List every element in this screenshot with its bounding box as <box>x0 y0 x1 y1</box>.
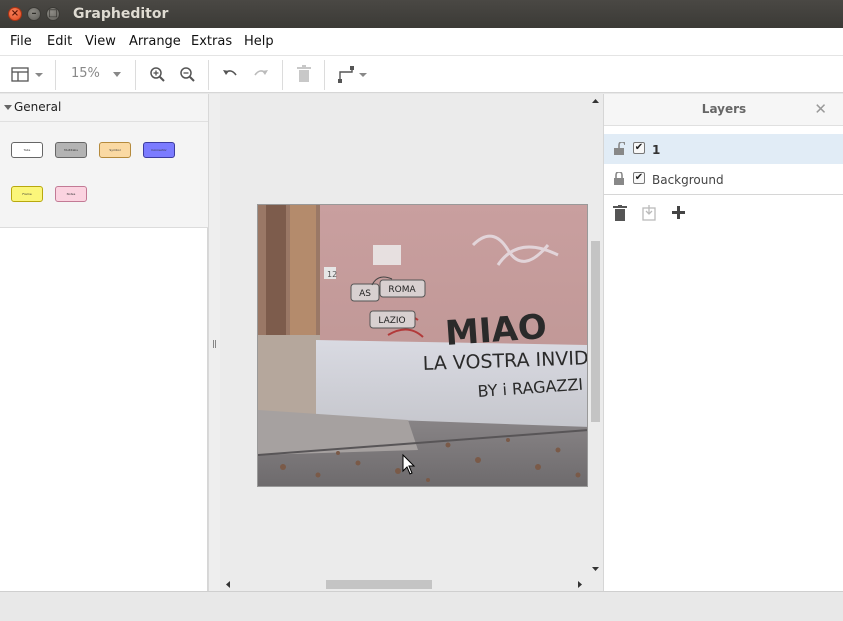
layers-panel: Layers ✕ ✔ 1 ✔ Background <box>603 94 843 591</box>
format-panel-button[interactable] <box>11 64 45 86</box>
layers-header: Layers ✕ <box>604 94 843 126</box>
label-roma: ROMA <box>388 285 416 295</box>
layers-title: Layers <box>701 102 747 116</box>
zoom-out-icon <box>180 67 195 82</box>
shapes-sidebar: General Tabs Multitabs Symbol Connector … <box>0 94 208 591</box>
toolbar-separator <box>282 60 283 90</box>
maximize-icon: □ <box>48 8 58 19</box>
layer-row-background[interactable]: ✔ Background <box>604 164 843 194</box>
waypoints-button[interactable] <box>338 64 370 86</box>
shape-connector[interactable]: Connector <box>143 142 175 158</box>
waypoints-icon <box>338 66 367 83</box>
window-title: Grapheditor <box>73 6 169 22</box>
chevron-down-icon <box>113 72 121 77</box>
status-bar <box>0 591 843 621</box>
wall-plate-number: 12 <box>327 270 337 279</box>
shape-notes[interactable]: Notes <box>55 186 87 202</box>
background-image: 12 MIAO LA VOSTRA INVIDIA E' BY i RAGAZZ… <box>257 204 588 487</box>
scroll-left-icon[interactable] <box>223 578 233 591</box>
delete-icon <box>297 65 311 82</box>
layer-visibility-checkbox[interactable]: ✔ <box>633 142 645 154</box>
drag-handle-icon <box>213 340 216 348</box>
zoom-out-button[interactable] <box>179 64 197 86</box>
add-layer-icon[interactable] <box>671 205 687 221</box>
section-header-general[interactable]: General <box>0 94 208 122</box>
menu-edit[interactable]: Edit <box>47 34 72 49</box>
chevron-down-icon <box>4 105 12 110</box>
minimize-icon: – <box>31 8 37 19</box>
menu-arrange[interactable]: Arrange <box>129 34 181 49</box>
menu-file[interactable]: File <box>10 34 32 49</box>
menu-extras[interactable]: Extras <box>191 34 232 49</box>
section-title: General <box>14 100 62 114</box>
maximize-window-button[interactable]: □ <box>46 7 60 21</box>
shape-tabs[interactable]: Tabs <box>11 142 43 158</box>
layer-visibility-checkbox[interactable]: ✔ <box>633 172 645 184</box>
undo-button[interactable] <box>221 64 239 86</box>
zoom-dropdown[interactable]: 15% <box>60 64 130 86</box>
wall-photo: 12 MIAO LA VOSTRA INVIDIA E' BY i RAGAZZ… <box>258 205 587 486</box>
sidebar-splitter[interactable] <box>208 94 220 591</box>
toolbar-separator <box>55 60 56 90</box>
window-titlebar: × – □ Grapheditor <box>0 0 843 28</box>
delete-button[interactable] <box>296 64 312 86</box>
layer-name[interactable]: Background <box>652 173 724 187</box>
shape-multitabs[interactable]: Multitabs <box>55 142 87 158</box>
graffiti-miao: MIAO <box>444 307 548 354</box>
unlock-icon[interactable] <box>613 142 625 155</box>
close-window-button[interactable]: × <box>8 7 22 21</box>
move-selection-to-layer-icon[interactable] <box>642 205 656 221</box>
toolbar-separator <box>208 60 209 90</box>
undo-icon <box>223 70 237 76</box>
shape-palette: Tabs Multitabs Symbol Connector Frame No… <box>0 122 208 228</box>
scroll-down-icon[interactable] <box>588 564 603 574</box>
label-as: AS <box>359 289 371 299</box>
shape-frame[interactable]: Frame <box>11 186 43 202</box>
redo-icon <box>254 70 268 76</box>
scroll-up-icon[interactable] <box>588 96 603 106</box>
zoom-in-button[interactable] <box>149 64 167 86</box>
horizontal-scroll-thumb[interactable] <box>326 580 432 589</box>
zoom-value: 15% <box>71 66 100 81</box>
menu-view[interactable]: View <box>85 34 116 49</box>
close-icon[interactable]: ✕ <box>814 100 827 118</box>
toolbar-separator <box>135 60 136 90</box>
diagram-canvas[interactable]: 12 MIAO LA VOSTRA INVIDIA E' BY i RAGAZZ… <box>220 94 588 578</box>
toolbar-separator <box>324 60 325 90</box>
horizontal-scrollbar[interactable] <box>220 578 603 591</box>
format-panel-icon <box>11 67 43 82</box>
lock-icon[interactable] <box>613 172 625 185</box>
menu-help[interactable]: Help <box>244 34 274 49</box>
menu-bar: File Edit View Arrange Extras Help <box>0 28 843 55</box>
shape-symbol[interactable]: Symbol <box>99 142 131 158</box>
layer-actions <box>604 194 843 230</box>
vertical-scroll-thumb[interactable] <box>591 241 600 422</box>
zoom-in-icon <box>150 67 165 82</box>
vertical-scrollbar[interactable] <box>588 94 603 578</box>
redo-button[interactable] <box>252 64 270 86</box>
delete-layer-icon[interactable] <box>613 205 627 221</box>
label-lazio: LAZIO <box>378 316 405 326</box>
close-icon: × <box>10 8 20 19</box>
layer-name[interactable]: 1 <box>652 143 660 157</box>
minimize-window-button[interactable]: – <box>27 7 41 21</box>
layer-row-1[interactable]: ✔ 1 <box>604 134 843 164</box>
scroll-right-icon[interactable] <box>575 578 585 591</box>
toolbar: 15% <box>0 55 843 93</box>
